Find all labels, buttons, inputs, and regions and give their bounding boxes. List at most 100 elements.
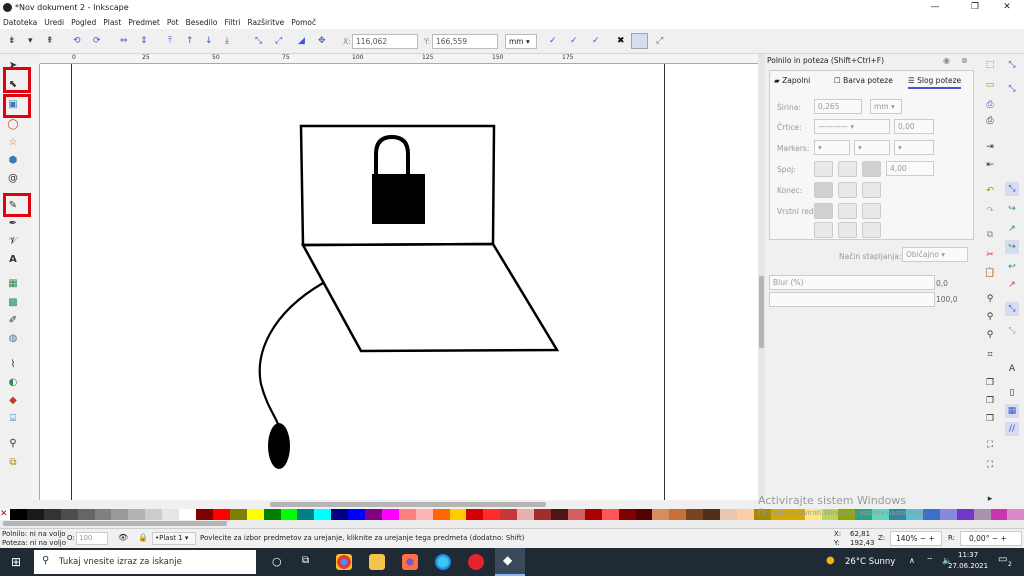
network-icon[interactable]: ⌔ bbox=[926, 556, 934, 566]
move-gradients-icon[interactable]: ◢ bbox=[298, 36, 305, 46]
fit-icon[interactable]: ⌗ bbox=[983, 348, 997, 362]
color-swatch[interactable] bbox=[94, 509, 112, 520]
color-swatch[interactable] bbox=[686, 509, 704, 520]
duplicate-icon[interactable]: ❐ bbox=[983, 376, 997, 390]
color-swatch[interactable] bbox=[635, 509, 653, 520]
menu-text[interactable]: Besedilo bbox=[186, 18, 218, 27]
cortana-icon[interactable]: ○ bbox=[272, 555, 282, 568]
snap-smooth-icon[interactable]: ↩ bbox=[1005, 260, 1019, 274]
lower-to-bottom-icon[interactable]: ⤓ bbox=[225, 36, 229, 46]
color-swatch[interactable] bbox=[500, 509, 518, 520]
spiral-tool-icon[interactable]: @ bbox=[5, 172, 21, 186]
palette-scrollbar[interactable] bbox=[0, 520, 1024, 528]
file-explorer-icon[interactable] bbox=[369, 554, 385, 570]
move-patterns-icon[interactable]: ✥ bbox=[318, 36, 326, 46]
miter-limit-field[interactable]: 4,00 bbox=[886, 161, 934, 176]
color-swatch[interactable] bbox=[584, 509, 602, 520]
undo-icon[interactable]: ↶ bbox=[983, 184, 997, 198]
inkscape-taskbar-button[interactable]: ◆ bbox=[495, 548, 525, 576]
cap-butt-button[interactable] bbox=[814, 182, 833, 198]
tray-chevron-icon[interactable]: ∧ bbox=[909, 556, 915, 565]
color-swatch[interactable] bbox=[381, 509, 399, 520]
laptop-drawing[interactable] bbox=[40, 64, 758, 500]
rotation-field[interactable]: 0,00° − + bbox=[960, 531, 1022, 546]
color-swatch[interactable] bbox=[297, 509, 315, 520]
ellipse-tool-icon[interactable]: ◯ bbox=[5, 118, 21, 132]
snap-rotation-icon[interactable]: ⤡ bbox=[1005, 324, 1019, 338]
tweak-tool-icon[interactable]: ⌇ bbox=[5, 358, 21, 372]
color-swatch[interactable] bbox=[703, 509, 721, 520]
menu-file[interactable]: Datoteka bbox=[3, 18, 37, 27]
opacity-field[interactable]: 100 bbox=[76, 532, 108, 545]
y-field[interactable]: 166,559 bbox=[432, 34, 498, 49]
color-swatch[interactable] bbox=[43, 509, 61, 520]
tab-fill[interactable]: ▰ Zapolni bbox=[774, 76, 810, 85]
color-swatch[interactable] bbox=[145, 509, 163, 520]
menu-filters[interactable]: Filtri bbox=[224, 18, 240, 27]
weather-text[interactable]: 26°C Sunny bbox=[845, 557, 895, 567]
panel-dock-icon[interactable]: ◉ bbox=[943, 56, 950, 65]
flip-vertical-icon[interactable]: ⇕ bbox=[140, 36, 148, 46]
export-icon[interactable]: ⇤ bbox=[983, 158, 997, 172]
color-swatch[interactable] bbox=[618, 509, 636, 520]
raise-icon[interactable]: ↑ bbox=[186, 36, 194, 46]
menu-view[interactable]: Pogled bbox=[71, 18, 96, 27]
marker-mid-select[interactable]: ▾ bbox=[854, 140, 890, 155]
color-swatch[interactable] bbox=[415, 509, 433, 520]
color-swatch[interactable] bbox=[939, 509, 957, 520]
rotate-cw-icon[interactable]: ⟳ bbox=[93, 36, 101, 46]
marker-end-select[interactable]: ▾ bbox=[894, 140, 934, 155]
order-4-button[interactable] bbox=[814, 222, 833, 238]
windows-start-icon[interactable]: ⊞ bbox=[11, 555, 21, 569]
width-unit-select[interactable]: mm ▾ bbox=[870, 99, 902, 114]
color-swatch[interactable] bbox=[246, 509, 264, 520]
snap-guides-icon[interactable]: // bbox=[1005, 422, 1019, 436]
color-swatch[interactable] bbox=[331, 509, 349, 520]
scale-corners-icon[interactable]: ⤢ bbox=[275, 36, 282, 46]
select-all-layers-icon[interactable]: ▾ bbox=[28, 36, 33, 46]
color-swatch[interactable] bbox=[449, 509, 467, 520]
zoom-page-icon[interactable]: ⚲ bbox=[983, 328, 997, 342]
snap-bbox-icon[interactable]: ✓ bbox=[549, 36, 557, 46]
laptop-keyboard[interactable] bbox=[300, 242, 560, 353]
deselect-icon[interactable]: ⇞ bbox=[46, 36, 54, 46]
color-swatch[interactable] bbox=[534, 509, 551, 520]
tab-stroke-paint[interactable]: ☐ Barva poteze bbox=[834, 76, 893, 85]
mouse-cable[interactable] bbox=[258, 282, 324, 425]
blur-slider[interactable]: Blur (%) bbox=[769, 275, 935, 290]
color-swatch[interactable] bbox=[736, 509, 754, 520]
chrome-icon[interactable] bbox=[336, 554, 352, 570]
ungroup-icon[interactable]: ⛶ bbox=[983, 458, 997, 472]
bucket-fill-icon[interactable]: ◐ bbox=[5, 376, 21, 390]
zoom-tool-icon[interactable]: ⚲ bbox=[5, 437, 21, 451]
cap-round-button[interactable] bbox=[838, 182, 857, 198]
star-tool-icon[interactable]: ☆ bbox=[5, 136, 21, 150]
order-6-button[interactable] bbox=[862, 222, 881, 238]
menu-layer[interactable]: Plast bbox=[103, 18, 121, 27]
snap-nodes-icon[interactable]: ✓ bbox=[570, 36, 578, 46]
color-swatch[interactable] bbox=[179, 509, 196, 520]
color-swatch[interactable] bbox=[195, 509, 213, 520]
color-swatch[interactable] bbox=[956, 509, 974, 520]
dashes-select[interactable]: ———— ▾ bbox=[814, 119, 890, 134]
snap-midpoint-icon[interactable]: ↗ bbox=[1005, 278, 1019, 292]
lock-shackle[interactable] bbox=[374, 134, 410, 174]
join-round-button[interactable] bbox=[838, 161, 857, 177]
snap-grid-icon[interactable]: ▦ bbox=[1005, 404, 1019, 418]
color-swatch[interactable] bbox=[60, 509, 78, 520]
taskbar-search-box[interactable]: ⚲ Tukaj vnesite izraz za iskanje bbox=[34, 550, 256, 574]
color-swatch[interactable] bbox=[212, 509, 230, 520]
clock-time[interactable]: 11:37 bbox=[958, 551, 978, 559]
snap-text-icon[interactable]: A bbox=[1005, 362, 1019, 376]
redo-icon[interactable]: ↷ bbox=[983, 204, 997, 218]
unlink-clone-icon[interactable]: ❐ bbox=[983, 412, 997, 426]
lock-body[interactable] bbox=[372, 174, 425, 224]
color-swatch[interactable] bbox=[26, 509, 44, 520]
snap-enable-icon[interactable]: ⤡ bbox=[1005, 58, 1019, 72]
print-icon[interactable]: ⎙ bbox=[983, 114, 997, 128]
color-swatch[interactable] bbox=[263, 509, 281, 520]
color-swatch[interactable] bbox=[483, 509, 501, 520]
snap-nodes-right-icon[interactable]: ⤡ bbox=[1005, 182, 1019, 196]
zoom-drawing-icon[interactable]: ⚲ bbox=[983, 310, 997, 324]
paste-icon[interactable]: 📋 bbox=[983, 266, 997, 280]
